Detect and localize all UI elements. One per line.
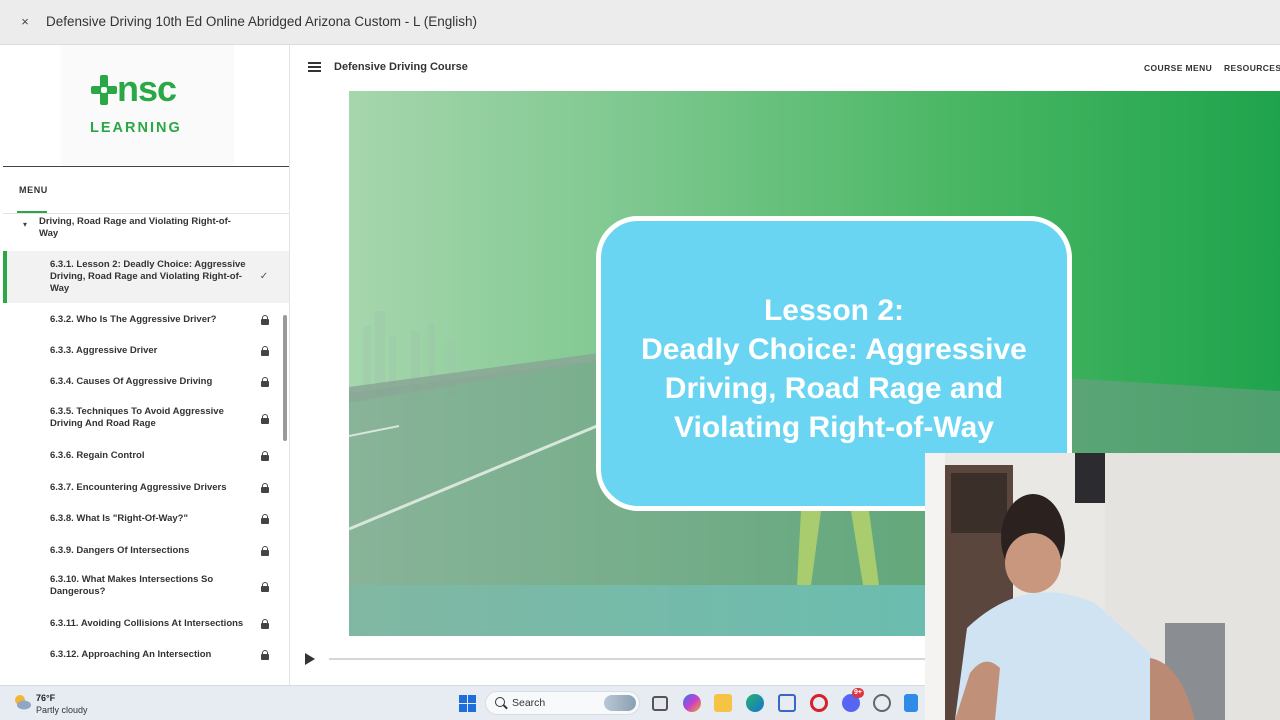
lesson-item[interactable]: 6.3.4. Causes Of Aggressive Driving	[3, 367, 289, 397]
lock-icon	[261, 414, 269, 424]
lock-icon	[261, 346, 269, 356]
windows-start-icon[interactable]	[459, 695, 476, 712]
logo-subtitle: LEARNING	[90, 120, 182, 136]
lesson-label: 6.3.6. Regain Control	[50, 450, 145, 461]
caret-down-icon[interactable]: ▾	[23, 220, 27, 229]
logo-wordmark: nsc	[117, 68, 177, 109]
divider	[3, 213, 289, 214]
discord-icon[interactable]: 9+	[842, 688, 864, 712]
lesson-item[interactable]: 6.3.1. Lesson 2: Deadly Choice: Aggressi…	[3, 251, 289, 303]
lesson-label: 6.3.3. Aggressive Driver	[50, 345, 158, 356]
window-title: Defensive Driving 10th Ed Online Abridge…	[46, 14, 477, 29]
lesson-title-line: Driving, Road Rage and	[664, 372, 1004, 405]
partly-cloudy-icon	[15, 695, 31, 710]
lesson-item[interactable]: 6.3.9. Dangers Of Intersections	[3, 534, 289, 564]
lesson-item[interactable]: 6.3.12. Approaching An Intersection	[3, 639, 289, 669]
lesson-label: 6.3.10. What Makes Intersections So Dang…	[50, 574, 214, 597]
section-item-label: Driving, Road Rage and Violating Right-o…	[39, 216, 231, 239]
app-window: × Defensive Driving 10th Ed Online Abrid…	[0, 0, 1280, 720]
menu-tab[interactable]: MENU	[19, 185, 48, 195]
lesson-label: 6.3.1. Lesson 2: Deadly Choice: Aggressi…	[50, 259, 246, 294]
title-bar: × Defensive Driving 10th Ed Online Abrid…	[0, 0, 1280, 45]
lock-icon	[261, 650, 269, 660]
lesson-label: 6.3.5. Techniques To Avoid Aggressive Dr…	[50, 406, 224, 429]
webcam-overlay	[925, 453, 1280, 720]
divider	[3, 166, 289, 167]
nsc-cross-icon	[91, 75, 117, 105]
store-icon[interactable]	[778, 694, 796, 712]
webcam-person-image	[925, 453, 1280, 720]
lock-icon	[261, 451, 269, 461]
lesson-label: 6.3.9. Dangers Of Intersections	[50, 545, 190, 556]
course-header: Defensive Driving Course COURSE MENU RES…	[290, 45, 1280, 91]
nsc-learning-logo: nsc LEARNING	[61, 45, 234, 165]
lock-icon	[261, 619, 269, 629]
resources-button[interactable]: RESOURCES	[1224, 63, 1280, 73]
lesson-label: 6.3.11. Avoiding Collisions At Intersect…	[50, 618, 244, 629]
lesson-item[interactable]: 6.3.7. Encountering Aggressive Drivers	[3, 472, 289, 502]
lesson-label: 6.3.7. Encountering Aggressive Drivers	[50, 482, 227, 493]
lesson-item[interactable]: 6.3.6. Regain Control	[3, 441, 289, 471]
search-icon	[495, 697, 505, 707]
lesson-title-line: Violating Right-of-Way	[674, 411, 994, 444]
app-icon[interactable]	[873, 694, 891, 712]
taskbar-search[interactable]: Search	[485, 691, 640, 715]
close-icon[interactable]: ×	[18, 13, 32, 31]
task-view-icon[interactable]	[652, 696, 668, 711]
lesson-title-line: Deadly Choice: Aggressive	[641, 333, 1027, 366]
play-icon	[305, 653, 315, 665]
section-item-aggressive-driving[interactable]: ▾ Driving, Road Rage and Violating Right…	[3, 215, 289, 250]
windows-taskbar: 76°F Partly cloudy Search 9+	[0, 685, 925, 720]
checkmark-icon: ✓	[259, 271, 269, 282]
lesson-item[interactable]: 6.3.5. Techniques To Avoid Aggressive Dr…	[3, 398, 289, 440]
copilot-icon[interactable]	[683, 694, 701, 712]
lock-icon	[261, 315, 269, 325]
notepad-icon[interactable]	[904, 694, 918, 712]
lesson-label: 6.3.4. Causes Of Aggressive Driving	[50, 376, 213, 387]
weather-temperature[interactable]: 76°F	[36, 693, 55, 703]
lesson-item[interactable]: 6.3.3. Aggressive Driver	[3, 336, 289, 366]
hamburger-menu-icon[interactable]	[308, 62, 321, 72]
course-title: Defensive Driving Course	[334, 61, 468, 73]
lock-icon	[261, 377, 269, 387]
sidebar-scrollbar[interactable]	[283, 315, 287, 441]
search-highlight-image	[604, 695, 636, 711]
lesson-label: 6.3.2. Who Is The Aggressive Driver?	[50, 314, 217, 325]
playback-progress-bar[interactable]	[329, 658, 925, 660]
play-button[interactable]	[304, 653, 316, 665]
weather-description[interactable]: Partly cloudy	[36, 705, 88, 715]
lesson-item[interactable]: 6.3.8. What Is "Right-Of-Way?"	[3, 503, 289, 533]
sidebar: nsc LEARNING MENU ▾ Driving, Road Rage a…	[3, 45, 290, 685]
lesson-item[interactable]: 6.3.2. Who Is The Aggressive Driver?	[3, 305, 289, 335]
lesson-item[interactable]: 6.3.11. Avoiding Collisions At Intersect…	[3, 608, 289, 638]
lock-icon	[261, 546, 269, 556]
lesson-title-line: Lesson 2:	[763, 294, 905, 327]
lock-icon	[261, 582, 269, 592]
opera-icon[interactable]	[810, 694, 828, 712]
lesson-item[interactable]: 6.3.10. What Makes Intersections So Dang…	[3, 565, 289, 607]
course-menu-button[interactable]: COURSE MENU	[1144, 63, 1212, 73]
file-explorer-icon[interactable]	[714, 694, 732, 712]
lesson-label: 6.3.12. Approaching An Intersection	[50, 649, 212, 660]
notification-badge: 9+	[852, 688, 864, 698]
lesson-title: Lesson 2: Deadly Choice: Aggressive Driv…	[601, 291, 1067, 447]
edge-icon[interactable]	[746, 694, 764, 712]
lock-icon	[261, 514, 269, 524]
search-label: Search	[512, 697, 546, 709]
lock-icon	[261, 483, 269, 493]
lesson-label: 6.3.8. What Is "Right-Of-Way?"	[50, 513, 188, 524]
